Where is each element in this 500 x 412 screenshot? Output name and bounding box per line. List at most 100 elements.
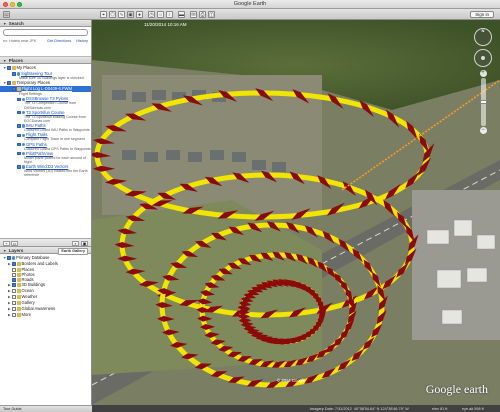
folder-icon (16, 283, 21, 287)
visibility-checkbox[interactable] (12, 313, 16, 317)
folder-icon (16, 295, 21, 299)
planets-icon[interactable]: ♁ (166, 11, 173, 18)
historical-imagery-icon[interactable]: ◷ (148, 11, 155, 18)
maps-view-icon[interactable]: ◫ (208, 11, 215, 18)
path-icon[interactable]: ∿ (118, 11, 125, 18)
eye-altitude-readout: eye alt 598 ft (462, 407, 484, 411)
window-titlebar: Google Earth (0, 0, 500, 9)
folder-icon (16, 301, 21, 305)
layers-header-label: Layers (8, 248, 24, 253)
places-item-label: Temporary Places (16, 80, 51, 86)
date-overlay: 11/20/2014 10:16 AM (144, 22, 187, 27)
places-item-label: Flight Log L-D0409-6.FWM (21, 86, 73, 92)
places-tree: ▼ My Places Sightseeing Tour Make sure 3D B… (0, 64, 91, 239)
search-places-icon[interactable]: ⌕ (72, 240, 79, 246)
imagery-date: Imagery Date: 7/31/2012 (310, 407, 352, 411)
map-copyright: © 2014 Google (277, 378, 306, 383)
search-hint: ex: Hotels near JFK (3, 39, 37, 43)
visibility-checkbox[interactable] (12, 262, 16, 266)
layers-item-label: Global Awareness (21, 306, 56, 311)
earth-gallery-button[interactable]: Earth Gallery (58, 248, 88, 255)
layers-item-label: Borders and Labels (21, 261, 58, 266)
zoom-in-icon[interactable]: + (479, 70, 487, 77)
folder-icon (16, 289, 21, 293)
email-icon[interactable]: ✉ (190, 11, 197, 18)
search-panel-header[interactable]: ▼ Search (0, 20, 91, 27)
record-tour-icon[interactable]: ● (136, 11, 143, 18)
collapse-triangle-icon: ▼ (3, 22, 7, 26)
layers-item-label: Primary Database (16, 255, 50, 260)
visibility-checkbox[interactable] (12, 289, 16, 293)
tour-guide-button[interactable]: Tour Guide (3, 407, 22, 412)
folder-icon (16, 313, 21, 317)
layers-item-label: Ocean (21, 288, 34, 293)
visibility-checkbox[interactable] (12, 283, 16, 287)
globe-icon (11, 256, 15, 260)
places-header-label: Places (8, 58, 23, 63)
visibility-checkbox[interactable] (12, 295, 16, 299)
get-directions-link[interactable]: Get Directions (47, 39, 71, 43)
polygon-icon[interactable]: ⬠ (109, 11, 116, 18)
places-item-label: My Places (16, 65, 36, 70)
search-header-label: Search (8, 21, 24, 26)
earth-map-view[interactable]: 11/20/2014 10:16 AM © 2014 Google Google… (92, 20, 500, 405)
places-more-icon[interactable]: ▣ (81, 240, 88, 246)
layers-item-label: More (21, 312, 32, 317)
layers-item[interactable]: ▶ More (0, 312, 91, 318)
collapse-triangle-icon: ▼ (3, 249, 7, 253)
tour-guide-label: Tour Guide (3, 407, 22, 411)
layers-item-label: Gallery (21, 300, 35, 305)
search-input[interactable] (3, 29, 88, 36)
layers-panel-header[interactable]: ▼ Layers Earth Gallery (0, 247, 91, 255)
folder-icon (16, 87, 21, 91)
zoom-slider-handle[interactable] (479, 100, 487, 104)
compass-north-label: N (481, 28, 485, 33)
zoom-out-icon[interactable]: − (479, 127, 487, 134)
collapse-triangle-icon: ▼ (3, 59, 7, 63)
layers-item-label: Weather (21, 294, 38, 299)
overlay-icon[interactable]: ▣ (127, 11, 134, 18)
layers-item-label: 3D Buildings (21, 282, 46, 287)
places-panel-header[interactable]: ▼ Places (0, 57, 91, 64)
history-link[interactable]: History (76, 39, 88, 43)
cursor-coordinates: 40°58'54.64" N 124°38'46.79" W (354, 407, 409, 411)
visibility-checkbox[interactable] (7, 256, 11, 260)
folder-add-icon[interactable]: ▭ (11, 240, 18, 246)
sidebar-toggle-icon[interactable]: ▤ (3, 11, 10, 18)
search-actions-row: ex: Hotels near JFK Get Directions Histo… (0, 38, 91, 45)
folder-icon (11, 81, 16, 85)
visibility-checkbox[interactable] (12, 301, 16, 305)
folder-icon (11, 66, 16, 70)
elevation-readout: elev 81 ft (432, 407, 448, 411)
sidebar: ▼ Search ex: Hotels near JFK Get Directi… (0, 20, 92, 412)
places-item-description: Wind Vectors (3D) rotated into the Earth… (24, 169, 88, 178)
move-control-icon[interactable] (474, 49, 492, 67)
search-results-area (0, 45, 91, 57)
move-center-icon (481, 56, 485, 60)
visibility-checkbox[interactable] (12, 307, 16, 311)
sidebar-bottom-bar: Tour Guide (0, 405, 92, 412)
places-item-description: The T3 Competition Course from DHSchriva… (24, 101, 77, 110)
folder-icon (16, 262, 21, 266)
places-item-description: The T3 Sportsfun building Course from EO… (24, 114, 86, 124)
satellite-imagery[interactable] (92, 20, 500, 405)
visibility-checkbox[interactable] (7, 66, 11, 70)
layers-tree: ▼ Primary Database ▶ Borders and Labels Plac… (0, 254, 91, 318)
sunlight-icon[interactable]: ☼ (157, 11, 164, 18)
folder-icon (16, 307, 21, 311)
window-title: Google Earth (233, 1, 267, 7)
ruler-icon[interactable]: ▬ (178, 11, 185, 18)
visibility-checkbox[interactable] (12, 87, 16, 91)
google-earth-logo: Google earth (425, 382, 488, 396)
placemark-icon[interactable]: ⌖ (100, 11, 107, 18)
zoom-slider[interactable] (479, 78, 487, 126)
navigation-controls: N + − (472, 28, 494, 135)
map-status-bar: Imagery Date: 7/31/2012 40°58'54.64" N 1… (92, 405, 500, 412)
sign-in-button[interactable]: Sign in (470, 11, 494, 18)
main-toolbar: ▤ ⌖ ⬠ ∿ ▣ ● ◷ ☼ ♁ ▬ ✉ ⎙ ◫ Sign in (0, 9, 500, 20)
look-control-icon[interactable]: N (474, 28, 492, 46)
add-icon[interactable]: + (3, 240, 10, 246)
visibility-checkbox[interactable] (7, 81, 11, 85)
places-item-description: Model plane plotted for each second of f… (24, 155, 86, 165)
print-icon[interactable]: ⎙ (199, 11, 206, 18)
